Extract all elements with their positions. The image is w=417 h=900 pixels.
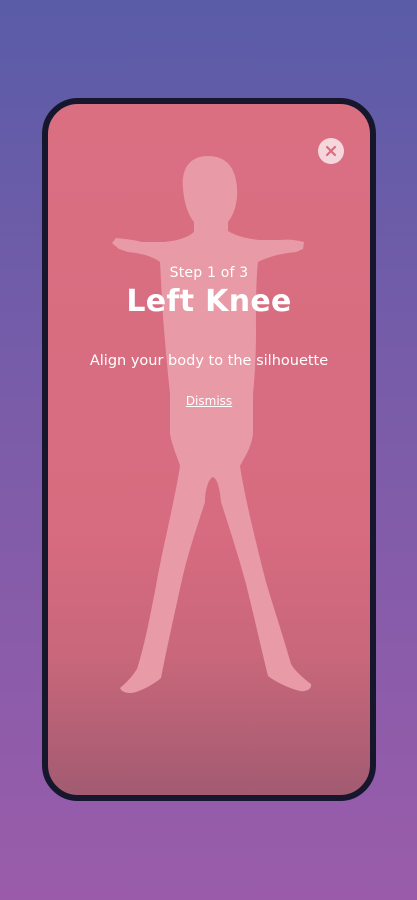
close-button[interactable] [318, 138, 344, 164]
page-title: Left Knee [126, 284, 292, 319]
instruction-text: Align your body to the silhouette [89, 353, 329, 369]
dismiss-container: Dismiss [48, 390, 370, 409]
step-indicator: Step 1 of 3 [169, 265, 249, 281]
phone-frame: Step 1 of 3 Left Knee Align your body to… [42, 98, 376, 801]
dismiss-link[interactable]: Dismiss [186, 394, 232, 408]
close-icon [325, 145, 337, 157]
body-silhouette [112, 156, 312, 693]
